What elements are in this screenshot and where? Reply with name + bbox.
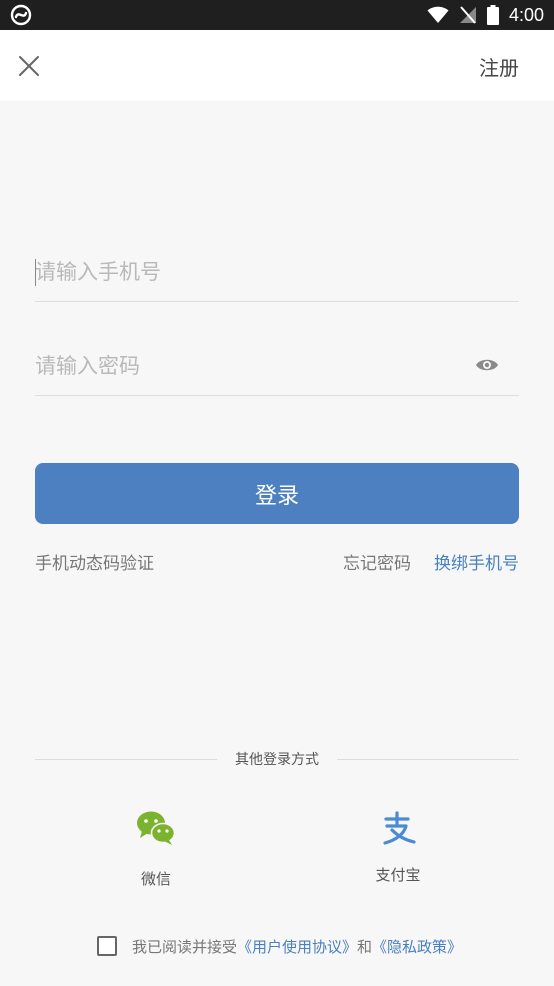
privacy-policy-link[interactable]: 《隐私政策》 [372,938,462,956]
register-link[interactable]: 注册 [479,52,519,81]
wechat-icon [136,808,176,848]
app-notification-icon [10,4,32,26]
status-icons: 4:00 [427,0,544,30]
login-button[interactable]: 登录 [35,463,519,524]
top-bar: 注册 [0,30,554,101]
alipay-label: 支付宝 [375,866,421,884]
sms-code-login-link[interactable]: 手机动态码验证 [35,549,154,574]
wifi-icon [427,6,449,23]
status-bar: 4:00 [0,0,554,30]
eye-icon [476,359,498,371]
text-cursor [35,259,36,286]
agreement-text: 我已阅读并接受《用户使用协议》和《隐私政策》 [132,936,462,957]
battery-icon [486,5,499,25]
password-input[interactable] [35,336,519,395]
show-password-toggle[interactable] [475,353,499,377]
agreement-prefix: 我已阅读并接受 [132,938,238,956]
phone-input[interactable] [35,242,519,301]
agreement-conjunction: 和 [357,938,373,956]
close-icon [19,56,39,76]
auth-links-row: 手机动态码验证 忘记密码 换绑手机号 [35,549,519,575]
agreement-row: 我已阅读并接受《用户使用协议》和《隐私政策》 [97,934,517,958]
alipay-login-button[interactable]: 支付宝 [353,808,443,890]
divider-line-right [337,759,519,760]
close-button[interactable] [12,49,46,83]
rebind-phone-link[interactable]: 换绑手机号 [434,549,519,574]
phone-field [35,242,519,302]
user-agreement-link[interactable]: 《用户使用协议》 [237,938,357,956]
alipay-icon [378,808,418,848]
forgot-password-link[interactable]: 忘记密码 [343,549,411,574]
wechat-login-button[interactable]: 微信 [111,808,201,890]
status-time: 4:00 [508,4,544,25]
password-field [35,336,519,396]
other-login-divider: 其他登录方式 [35,749,519,771]
no-signal-icon [459,6,476,24]
agreement-checkbox[interactable] [97,936,117,956]
wechat-label: 微信 [140,870,171,888]
